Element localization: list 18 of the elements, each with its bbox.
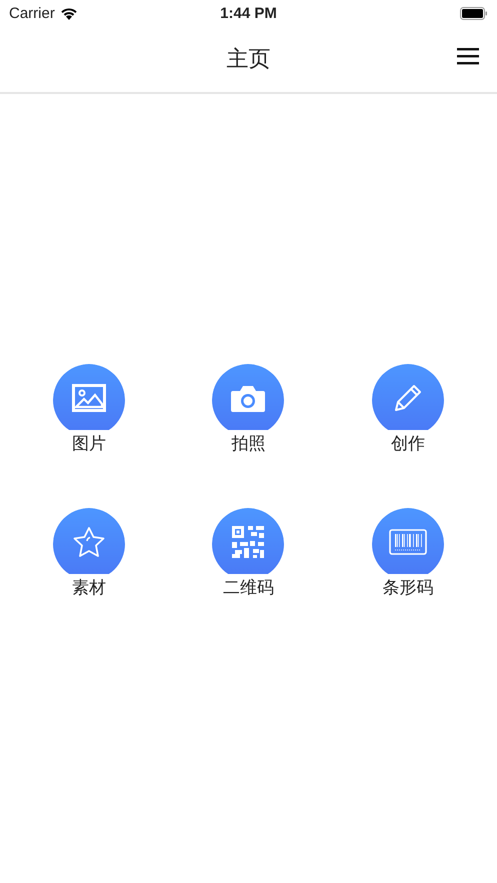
clock-time: 1:44 PM [220,4,277,22]
menu-button[interactable] [457,48,479,65]
image-icon [72,384,106,412]
barcode-icon [389,529,428,555]
feature-button[interactable]: 素材 [9,508,169,599]
star-icon [72,526,106,558]
feature-button[interactable]: 创作 [328,364,488,455]
camera-icon [230,384,266,412]
feature-button[interactable]: 图片 [9,364,169,455]
battery-icon [460,6,488,20]
feature-button[interactable]: 条形码 [328,508,488,599]
qr-code-icon [231,525,266,559]
wifi-icon [60,6,78,20]
menu-icon [457,48,479,65]
page-title: 主页 [226,46,270,74]
feature-button[interactable]: 拍照 [168,364,328,455]
carrier-label: Carrier [9,4,55,22]
feature-button[interactable]: 二维码 [168,508,328,599]
